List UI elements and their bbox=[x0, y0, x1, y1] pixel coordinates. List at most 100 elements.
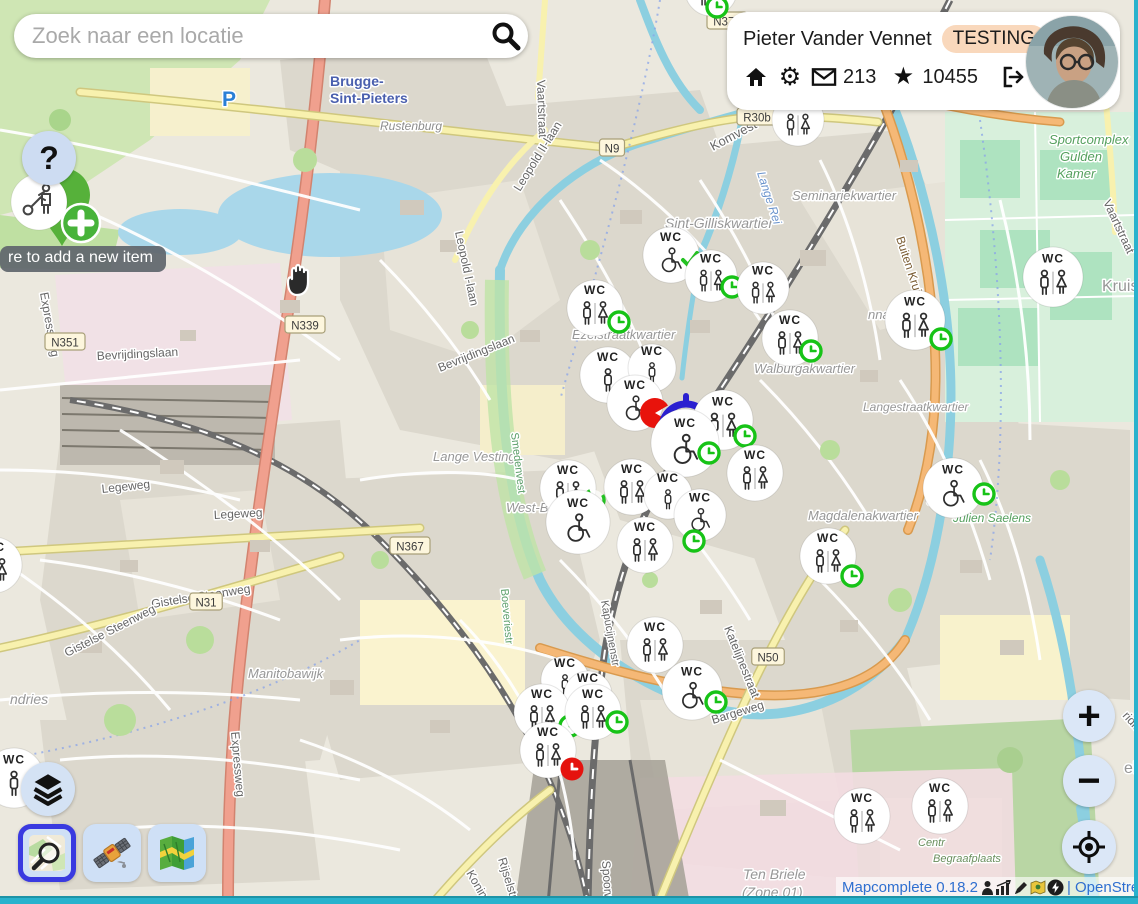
opening-hours-badge-red[interactable] bbox=[561, 758, 584, 781]
wc-marker-mf[interactable]: WC bbox=[727, 445, 783, 501]
road-shield-label: N50 bbox=[757, 653, 778, 665]
attribution-separator: | bbox=[1067, 879, 1071, 896]
map-label: Gulden bbox=[1060, 149, 1102, 164]
opening-hours-badge-green[interactable] bbox=[842, 566, 862, 586]
opening-hours-badge-green[interactable] bbox=[735, 426, 755, 446]
background-layer-switcher bbox=[18, 824, 206, 882]
map-label: Lange Vesting bbox=[433, 449, 516, 464]
map-label: ndries bbox=[10, 691, 48, 707]
openstreetmap-link[interactable]: OpenStreetMap bbox=[1075, 879, 1138, 896]
changesets-count: 10455 bbox=[922, 66, 978, 89]
wc-marker-label: WC bbox=[674, 416, 696, 430]
help-button[interactable]: ? bbox=[22, 131, 76, 185]
opening-hours-badge-green[interactable] bbox=[699, 443, 719, 463]
user-panel: Pieter Vander Vennet TESTING ⚙ 213 ★ 104… bbox=[727, 12, 1120, 110]
wc-marker-label: WC bbox=[531, 687, 553, 701]
road-shield-label: N367 bbox=[396, 542, 424, 554]
minus-glyph: − bbox=[1077, 761, 1100, 801]
wc-marker-label: WC bbox=[621, 462, 643, 476]
opening-hours-badge-green[interactable] bbox=[707, 0, 727, 17]
wc-marker-label: WC bbox=[851, 791, 873, 805]
opening-hours-badge-green[interactable] bbox=[801, 341, 821, 361]
osm-badge-icon[interactable] bbox=[1047, 879, 1064, 896]
wc-marker-label: WC bbox=[779, 313, 801, 327]
map-label: Walburgakwartier bbox=[754, 361, 856, 376]
map-cream-3 bbox=[940, 615, 1070, 700]
map-label: Manitobawijk bbox=[248, 666, 325, 681]
map-label: Kamer bbox=[1057, 166, 1096, 181]
wc-marker-label: WC bbox=[657, 471, 679, 485]
wc-marker-mf[interactable]: WC bbox=[834, 788, 890, 844]
attribution-bar: Mapcomplete 0.18.2 | OpenStreetMap bbox=[836, 877, 1138, 898]
map-label: Brugge- bbox=[330, 73, 384, 89]
road-shield-label: N9 bbox=[605, 144, 620, 156]
search-bar bbox=[14, 14, 528, 58]
background-option-map[interactable] bbox=[148, 824, 206, 882]
home-icon[interactable] bbox=[743, 64, 769, 90]
satellite-icon bbox=[91, 832, 133, 874]
scroll-edge-bottom bbox=[0, 896, 1138, 904]
mapcomplete-link[interactable]: Mapcomplete 0.18.2 bbox=[842, 879, 978, 896]
wc-marker-label: WC bbox=[554, 656, 576, 670]
statistics-icon[interactable] bbox=[995, 880, 1012, 896]
wc-marker-mf[interactable]: WC bbox=[627, 617, 683, 673]
wc-marker-label: WC bbox=[681, 664, 703, 678]
settings-gear-icon[interactable]: ⚙ bbox=[777, 64, 803, 90]
search-icon[interactable] bbox=[484, 14, 528, 58]
opening-hours-badge-green[interactable] bbox=[684, 531, 704, 551]
wc-marker-wheelchair[interactable]: WC bbox=[546, 490, 610, 554]
wc-marker-label: WC bbox=[744, 448, 766, 462]
search-input[interactable] bbox=[14, 23, 484, 49]
layers-icon bbox=[29, 770, 67, 808]
map-label: Magdalenakwartier bbox=[808, 508, 919, 523]
road-shield-label: N339 bbox=[291, 321, 319, 333]
wc-marker-label: WC bbox=[689, 491, 711, 505]
map-label: Rustenburg bbox=[380, 119, 442, 133]
wc-marker-label: WC bbox=[904, 294, 926, 308]
wc-marker-label: WC bbox=[597, 350, 619, 364]
background-option-osm[interactable] bbox=[18, 824, 76, 882]
map-rail-yard bbox=[60, 385, 275, 465]
map-label: P bbox=[222, 88, 236, 111]
theme-map-icon[interactable] bbox=[1030, 880, 1046, 896]
geolocate-button[interactable] bbox=[1062, 820, 1116, 874]
road-shield-label: N31 bbox=[195, 598, 216, 610]
messages-mail-icon[interactable] bbox=[811, 64, 837, 90]
background-option-satellite[interactable] bbox=[83, 824, 141, 882]
road-shield-label: N351 bbox=[51, 338, 79, 350]
crosshair-icon bbox=[1071, 829, 1107, 865]
wc-marker-mf[interactable]: WC bbox=[617, 517, 673, 573]
opening-hours-badge-green[interactable] bbox=[931, 329, 951, 349]
map-label: Ten Briele bbox=[743, 866, 806, 882]
opening-hours-badge-green[interactable] bbox=[706, 692, 726, 712]
opening-hours-badge-green[interactable] bbox=[609, 312, 629, 332]
wc-marker-label: WC bbox=[567, 496, 589, 510]
opening-hours-badge-green[interactable] bbox=[974, 484, 994, 504]
wc-marker-label: WC bbox=[817, 531, 839, 545]
logout-icon[interactable] bbox=[1000, 64, 1026, 90]
wc-marker-label: WC bbox=[577, 671, 599, 685]
user-name[interactable]: Pieter Vander Vennet bbox=[743, 28, 932, 51]
user-avatar[interactable] bbox=[1026, 16, 1118, 108]
wc-marker-mf[interactable]: WC bbox=[1023, 247, 1083, 307]
map-label: Begraafplaats bbox=[933, 853, 1001, 865]
scroll-edge-right bbox=[1134, 0, 1138, 904]
opening-hours-badge-green[interactable] bbox=[607, 712, 627, 732]
zoom-in-button[interactable]: + bbox=[1063, 690, 1115, 742]
osm-logo-icon bbox=[27, 833, 67, 873]
map-label: Legeweg bbox=[213, 505, 262, 522]
wc-marker-mf[interactable]: WC bbox=[737, 262, 789, 314]
map-label: Sportcomplex bbox=[1049, 132, 1129, 147]
filter-layers-button[interactable] bbox=[21, 762, 75, 816]
zoom-out-button[interactable]: − bbox=[1063, 755, 1115, 807]
folded-map-icon bbox=[156, 832, 198, 874]
changesets-star-icon: ★ bbox=[890, 64, 916, 90]
map-canvas[interactable]: Brugge-Sint-PietersRustenburgVaartstraat… bbox=[0, 0, 1138, 904]
edit-pencil-icon[interactable] bbox=[1013, 880, 1029, 896]
add-item-tooltip: re to add a new item bbox=[0, 246, 166, 272]
wc-marker-mf[interactable]: WC bbox=[912, 778, 968, 834]
wc-marker-label: WC bbox=[929, 781, 951, 795]
contributor-icon[interactable] bbox=[981, 880, 994, 896]
map-label: Langestraatkwartier bbox=[863, 400, 969, 414]
mapcomplete-app: Brugge-Sint-PietersRustenburgVaartstraat… bbox=[0, 0, 1138, 904]
